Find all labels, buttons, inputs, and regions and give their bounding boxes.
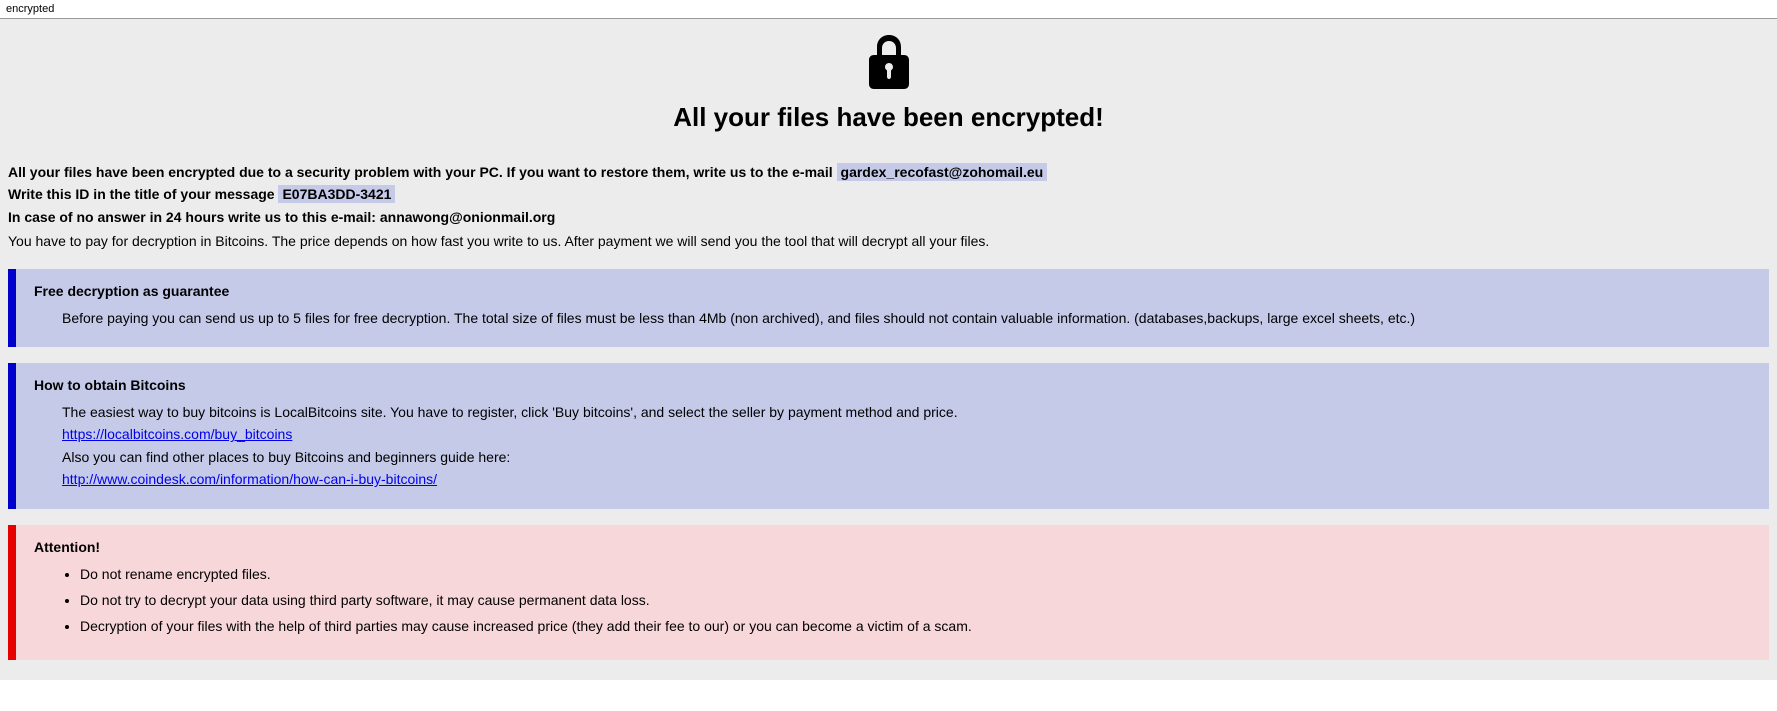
victim-id: E07BA3DD-3421 (278, 185, 395, 203)
main-content: All your files have been encrypted! All … (0, 19, 1777, 680)
panel-bitcoin: How to obtain Bitcoins The easiest way t… (8, 363, 1769, 509)
intro-line-1: All your files have been encrypted due t… (8, 161, 1769, 183)
attention-list: Do not rename encrypted files. Do not tr… (62, 563, 1751, 638)
panel-attention-heading: Attention! (34, 539, 1751, 555)
attention-item: Do not rename encrypted files. (80, 563, 1751, 585)
header-block: All your files have been encrypted! (8, 29, 1769, 133)
panel-bitcoin-body: The easiest way to buy bitcoins is Local… (34, 401, 1751, 491)
panel-free-heading: Free decryption as guarantee (34, 283, 1751, 299)
panel-free-decryption: Free decryption as guarantee Before payi… (8, 269, 1769, 347)
panel-attention: Attention! Do not rename encrypted files… (8, 525, 1769, 660)
intro-line-1-text: All your files have been encrypted due t… (8, 164, 837, 180)
bitcoin-line-2: Also you can find other places to buy Bi… (62, 446, 1751, 468)
intro-line-3: In case of no answer in 24 hours write u… (8, 206, 1769, 228)
window-title: encrypted (0, 0, 1777, 18)
contact-email-1: gardex_recofast@zohomail.eu (837, 163, 1048, 181)
page-title: All your files have been encrypted! (8, 102, 1769, 133)
contact-email-2: annawong@onionmail.org (380, 209, 555, 225)
attention-item: Do not try to decrypt your data using th… (80, 589, 1751, 611)
intro-line-3-text: In case of no answer in 24 hours write u… (8, 209, 380, 225)
intro-line-4: You have to pay for decryption in Bitcoi… (8, 230, 1769, 252)
panel-attention-body: Do not rename encrypted files. Do not tr… (34, 563, 1751, 638)
intro-line-2: Write this ID in the title of your messa… (8, 183, 1769, 205)
intro-line-2-text: Write this ID in the title of your messa… (8, 186, 278, 202)
bitcoin-line-1: The easiest way to buy bitcoins is Local… (62, 401, 1751, 423)
bitcoin-link-1[interactable]: https://localbitcoins.com/buy_bitcoins (62, 426, 292, 442)
attention-item: Decryption of your files with the help o… (80, 615, 1751, 637)
lock-icon (865, 35, 913, 92)
bitcoin-link-2[interactable]: http://www.coindesk.com/information/how-… (62, 471, 437, 487)
panel-free-body: Before paying you can send us up to 5 fi… (34, 307, 1751, 329)
panel-bitcoin-heading: How to obtain Bitcoins (34, 377, 1751, 393)
intro-block: All your files have been encrypted due t… (8, 161, 1769, 253)
